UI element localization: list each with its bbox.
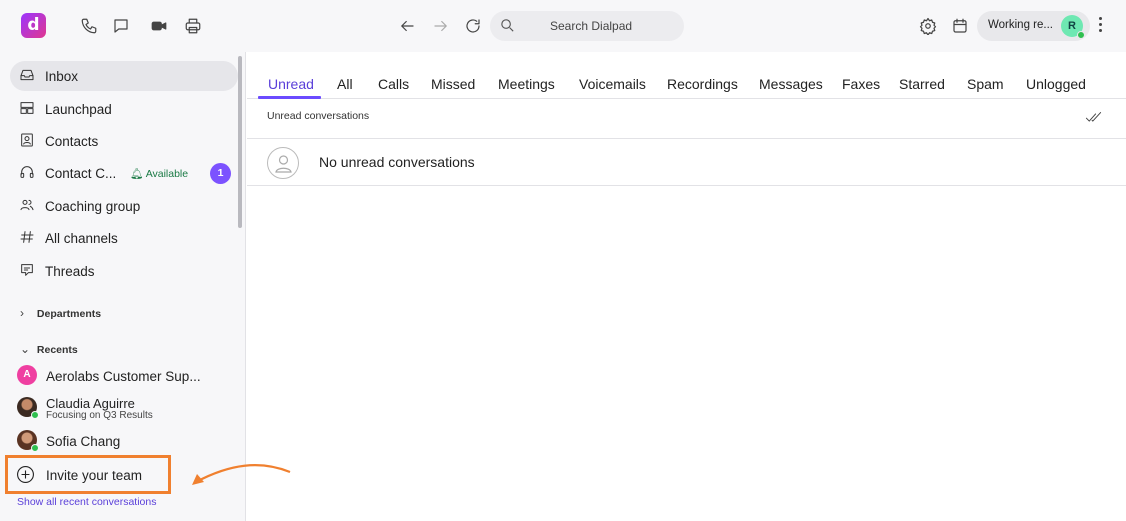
tab-unread[interactable]: Unread [268, 76, 314, 92]
avatar [17, 397, 39, 419]
bell-icon: 🔔︎ [130, 168, 144, 180]
filter-tabs: Unread All Calls Missed Meetings Voicema… [247, 52, 1126, 99]
group-icon [19, 197, 37, 215]
sidebar-item-label: Coaching group [45, 199, 141, 214]
sidebar-item-label: Threads [45, 264, 95, 279]
forward-arrow-icon[interactable] [430, 15, 452, 37]
list-subheader: Unread conversations [247, 99, 1126, 139]
tab-calls[interactable]: Calls [378, 76, 409, 92]
tab-missed[interactable]: Missed [431, 76, 475, 92]
top-bar: d Search Dialpad Working re... R [0, 0, 1126, 52]
recent-item-aerolabs[interactable]: A Aerolabs Customer Sup... [15, 361, 235, 391]
empty-state-row: No unread conversations [247, 139, 1126, 186]
unread-badge: 1 [210, 163, 231, 184]
online-indicator [31, 444, 39, 452]
sidebar-item-contact-center[interactable]: Contact C... 🔔︎ Available 1 [10, 158, 238, 188]
subheader-title: Unread conversations [267, 110, 370, 122]
availability-label: Available [145, 168, 189, 180]
recents-toggle[interactable]: ⌄ Recents [20, 342, 78, 356]
sidebar-item-inbox[interactable]: Inbox [10, 61, 238, 91]
message-icon[interactable] [110, 15, 132, 37]
recent-name: Aerolabs Customer Sup... [46, 369, 201, 384]
sidebar-item-label: Launchpad [45, 102, 112, 117]
main-panel: Unread All Calls Missed Meetings Voicema… [247, 52, 1126, 521]
sidebar-item-launchpad[interactable]: Launchpad [10, 94, 238, 124]
sidebar-item-label: All channels [45, 231, 118, 246]
chevron-down-icon: ⌄ [20, 342, 31, 356]
sidebar-item-label: Inbox [45, 69, 79, 84]
chevron-right-icon: › [20, 306, 24, 320]
search-input[interactable]: Search Dialpad [550, 19, 632, 33]
online-indicator [31, 411, 39, 419]
person-placeholder-icon [267, 147, 299, 179]
threads-icon [19, 262, 37, 280]
contacts-icon [19, 132, 37, 150]
search-bar[interactable]: Search Dialpad [490, 11, 684, 41]
status-selector[interactable]: Working re... R [977, 11, 1090, 41]
show-all-recents-link[interactable]: Show all recent conversations [17, 496, 157, 508]
hash-icon [19, 229, 37, 247]
recent-status: Focusing on Q3 Results [46, 410, 153, 421]
mark-all-read-icon[interactable] [1085, 109, 1103, 127]
avatar [17, 430, 39, 452]
tab-faxes[interactable]: Faxes [842, 76, 880, 92]
more-options-icon[interactable] [1096, 17, 1104, 35]
user-avatar[interactable]: R [1061, 15, 1085, 39]
search-icon [499, 17, 517, 35]
sidebar-item-label: Contacts [45, 134, 99, 149]
sidebar-item-coaching-group[interactable]: Coaching group [10, 191, 238, 221]
recent-name: Sofia Chang [46, 434, 121, 449]
phone-icon[interactable] [78, 15, 100, 37]
avatar-initial: R [1068, 20, 1076, 32]
back-arrow-icon[interactable] [396, 15, 418, 37]
sidebar-scrollbar[interactable] [238, 56, 242, 228]
sidebar-item-label: Contact C... [45, 166, 117, 181]
departments-label: Departments [36, 308, 102, 320]
online-indicator [1077, 31, 1085, 39]
departments-toggle[interactable]: › Departments [20, 306, 101, 320]
tab-all[interactable]: All [337, 76, 353, 92]
refresh-icon[interactable] [462, 15, 484, 37]
printer-icon[interactable] [182, 15, 204, 37]
inbox-icon [19, 67, 37, 85]
recent-item-claudia[interactable]: Claudia Aguirre Focusing on Q3 Results [15, 393, 235, 423]
sidebar-item-all-channels[interactable]: All channels [10, 223, 238, 253]
video-icon[interactable] [148, 15, 170, 37]
sidebar-item-threads[interactable]: Threads [10, 256, 238, 286]
settings-gear-icon[interactable] [917, 15, 939, 37]
tab-meetings[interactable]: Meetings [498, 76, 555, 92]
sidebar-item-contacts[interactable]: Contacts [10, 126, 238, 156]
avatar: A [17, 365, 37, 385]
invite-label: Invite your team [46, 468, 143, 483]
tab-messages[interactable]: Messages [759, 76, 823, 92]
tab-voicemails[interactable]: Voicemails [579, 76, 646, 92]
tab-spam[interactable]: Spam [967, 76, 1004, 92]
launchpad-icon [19, 100, 37, 118]
recent-name: Claudia Aguirre [46, 396, 135, 411]
sidebar: Inbox Launchpad Contacts Contact C... 🔔︎… [0, 52, 291, 521]
availability-status[interactable]: 🔔︎ Available [130, 167, 188, 180]
headset-icon [19, 164, 37, 182]
status-label: Working re... [988, 19, 1053, 31]
tab-starred[interactable]: Starred [899, 76, 945, 92]
recent-item-sofia[interactable]: Sofia Chang [15, 426, 235, 456]
calendar-icon[interactable] [949, 15, 971, 37]
plus-circle-icon [16, 465, 36, 485]
invite-team-button[interactable]: Invite your team [5, 455, 171, 494]
empty-state-text: No unread conversations [319, 154, 475, 170]
tab-recordings[interactable]: Recordings [667, 76, 738, 92]
dialpad-logo[interactable]: d [21, 13, 46, 38]
recents-label: Recents [36, 344, 78, 356]
tab-unlogged[interactable]: Unlogged [1026, 76, 1086, 92]
